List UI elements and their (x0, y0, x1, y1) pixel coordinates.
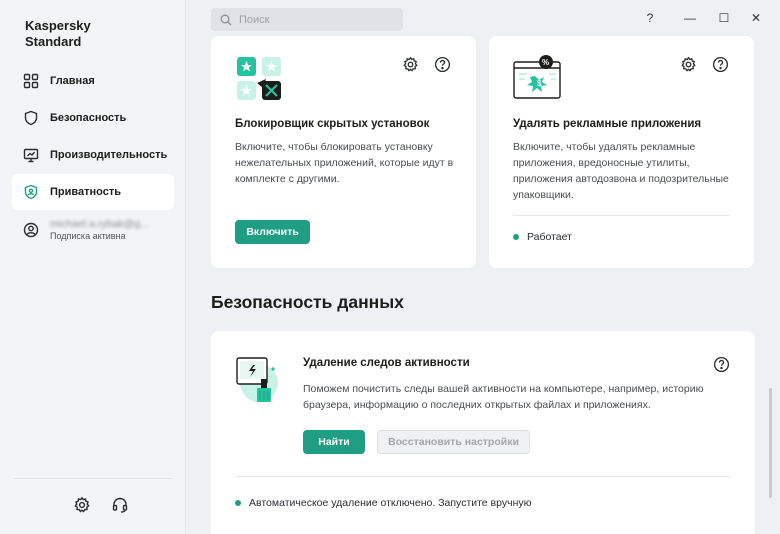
search-box[interactable] (211, 8, 403, 31)
card-title: Удалять рекламные приложения (513, 118, 702, 130)
adware-illustration-icon: $ % (513, 54, 563, 102)
card-divider (513, 215, 730, 216)
settings-button[interactable] (680, 56, 697, 73)
hidden-install-illustration-icon (236, 56, 284, 102)
card-description: Включите, чтобы блокировать установку не… (235, 141, 454, 185)
settings-button[interactable] (73, 496, 91, 514)
gear-icon (681, 56, 696, 72)
sidebar-item-privacy[interactable]: Приватность (12, 174, 174, 210)
search-input[interactable] (239, 13, 399, 26)
maximize-button[interactable]: ☐ (717, 11, 731, 25)
sidebar: Kaspersky Standard Главная Безопасность (0, 0, 186, 534)
card-title: Удаление следов активности (303, 357, 470, 369)
sidebar-item-home[interactable]: Главная (12, 63, 174, 99)
account-text: michael.a.rybak@g... Подписка активна (50, 218, 149, 242)
activity-removal-illustration-icon (235, 353, 283, 403)
sidebar-item-security[interactable]: Безопасность (12, 100, 174, 136)
svg-text:%: % (542, 58, 549, 67)
sidebar-nav: Главная Безопасность Производительность (12, 63, 174, 211)
adware-card: $ % Удалять рекламные приложения Включит… (489, 36, 754, 268)
monitor-icon (23, 147, 39, 163)
search-icon (220, 14, 232, 26)
question-icon (434, 56, 451, 73)
home-icon (23, 73, 39, 89)
close-button[interactable]: ✕ (749, 11, 763, 25)
status-dot (513, 234, 519, 240)
minimize-button[interactable]: — (683, 11, 697, 25)
question-icon (713, 356, 730, 373)
activity-removal-card: Удаление следов активности Поможем почис… (211, 331, 755, 534)
sidebar-item-label: Производительность (50, 149, 168, 161)
help-button[interactable] (434, 56, 451, 73)
card-title: Блокировщик скрытых установок (235, 118, 430, 130)
svg-text:$: $ (537, 79, 542, 88)
sidebar-divider (14, 478, 172, 479)
status-row: Автоматическое удаление отключено. Запус… (235, 497, 532, 509)
help-button[interactable] (713, 356, 730, 373)
sidebar-item-label: Главная (50, 75, 95, 87)
help-button[interactable]: ? (643, 11, 657, 25)
scrollbar[interactable] (769, 388, 772, 498)
question-icon (712, 56, 729, 73)
card-description: Поможем почистить следы вашей активности… (303, 383, 704, 411)
headset-icon (112, 497, 128, 513)
card-divider (235, 476, 731, 477)
settings-button[interactable] (402, 56, 419, 73)
enable-button[interactable]: Включить (235, 220, 310, 244)
sidebar-item-label: Безопасность (50, 112, 127, 124)
account-item[interactable]: michael.a.rybak@g... Подписка активна (12, 214, 174, 246)
hidden-install-card: Блокировщик скрытых установок Включите, … (211, 36, 476, 268)
sidebar-item-label: Приватность (50, 186, 121, 198)
app-title: Kaspersky Standard (25, 18, 91, 49)
account-email: michael.a.rybak@g... (50, 218, 149, 230)
status-text: Работает (527, 231, 572, 243)
privacy-shield-icon (23, 184, 39, 200)
sidebar-item-performance[interactable]: Производительность (12, 137, 174, 173)
section-title: Безопасность данных (211, 292, 404, 312)
status-text: Автоматическое удаление отключено. Запус… (249, 497, 532, 509)
subscription-status: Подписка активна (50, 231, 126, 241)
gear-icon (74, 496, 90, 513)
user-icon (23, 222, 39, 238)
restore-settings-button[interactable]: Восстановить настройки (377, 430, 530, 454)
status-row: Работает (513, 231, 572, 243)
help-button[interactable] (712, 56, 729, 73)
status-dot (235, 500, 241, 506)
shield-icon (23, 110, 39, 126)
support-button[interactable] (111, 496, 129, 514)
gear-icon (403, 56, 418, 72)
find-button[interactable]: Найти (303, 430, 365, 454)
card-description: Включите, чтобы удалять рекламные прилож… (513, 141, 729, 201)
